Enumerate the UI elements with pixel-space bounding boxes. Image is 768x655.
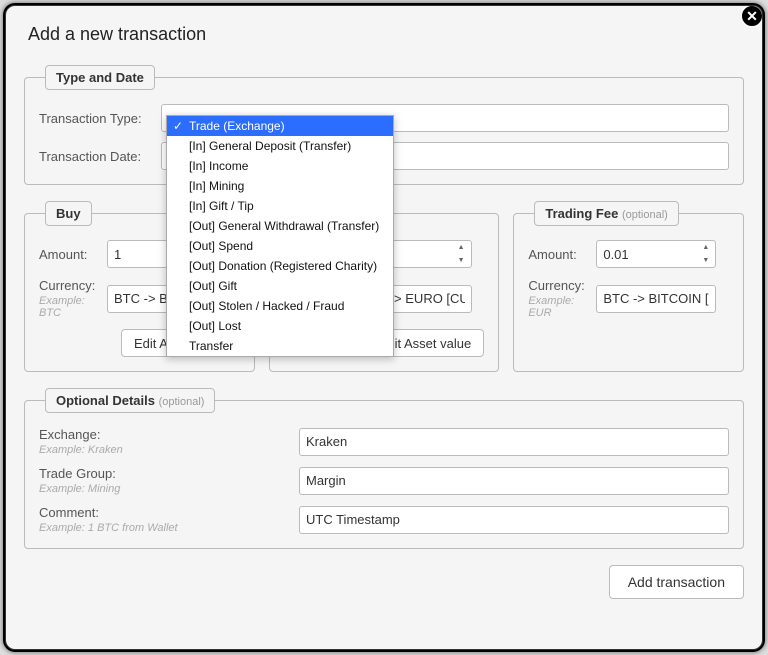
fee-amount-input[interactable] — [596, 240, 716, 268]
transaction-type-option[interactable]: [In] Mining — [167, 176, 393, 196]
optional-details-legend: Optional Details (optional) — [45, 388, 215, 413]
fee-amount-stepper[interactable]: ▲▼ — [702, 244, 712, 264]
trading-fee-legend: Trading Fee (optional) — [534, 201, 678, 226]
buy-amount-label: Amount: — [39, 247, 107, 262]
trade-group-label: Trade Group: — [39, 466, 116, 481]
buy-currency-example: Example: BTC — [39, 295, 107, 319]
trade-group-input[interactable] — [299, 467, 729, 495]
add-transaction-button[interactable]: Add transaction — [609, 565, 744, 599]
transaction-type-option[interactable]: [In] General Deposit (Transfer) — [167, 136, 393, 156]
modal-title: Add a new transaction — [28, 24, 744, 45]
transaction-type-label: Transaction Type: — [39, 111, 161, 126]
close-icon: ✕ — [746, 9, 758, 23]
trade-group-example: Example: Mining — [39, 483, 299, 495]
fee-currency-input[interactable] — [596, 285, 716, 313]
exchange-example: Example: Kraken — [39, 444, 299, 456]
transaction-type-option[interactable]: [Out] Stolen / Hacked / Fraud — [167, 296, 393, 316]
optional-details-section: Optional Details (optional) Exchange: Ex… — [24, 388, 744, 549]
add-transaction-modal: ✕ Add a new transaction Type and Date Tr… — [5, 5, 763, 650]
buy-legend: Buy — [45, 201, 92, 226]
comment-label: Comment: — [39, 505, 99, 520]
sell-amount-stepper[interactable]: ▲▼ — [458, 244, 468, 264]
transaction-type-option[interactable]: Transfer — [167, 336, 393, 356]
exchange-input[interactable] — [299, 428, 729, 456]
transaction-type-option[interactable]: Trade (Exchange) — [167, 116, 393, 136]
transaction-type-option[interactable]: [Out] General Withdrawal (Transfer) — [167, 216, 393, 236]
comment-input[interactable] — [299, 506, 729, 534]
transaction-type-option[interactable]: [In] Income — [167, 156, 393, 176]
transaction-type-dropdown[interactable]: Trade (Exchange)[In] General Deposit (Tr… — [166, 115, 394, 357]
transaction-type-option[interactable]: [Out] Gift — [167, 276, 393, 296]
transaction-type-option[interactable]: [Out] Donation (Registered Charity) — [167, 256, 393, 276]
buy-currency-label: Currency: — [39, 278, 95, 293]
comment-example: Example: 1 BTC from Wallet — [39, 522, 299, 534]
trading-fee-section: Trading Fee (optional) Amount: ▲▼ Curren… — [513, 201, 744, 372]
fee-currency-example: Example: EUR — [528, 295, 596, 319]
transaction-type-option[interactable]: [Out] Spend — [167, 236, 393, 256]
fee-currency-label: Currency: — [528, 278, 584, 293]
fee-amount-label: Amount: — [528, 247, 596, 262]
transaction-type-option[interactable]: [In] Gift / Tip — [167, 196, 393, 216]
exchange-label: Exchange: — [39, 427, 100, 442]
close-button[interactable]: ✕ — [740, 5, 763, 28]
transaction-date-label: Transaction Date: — [39, 149, 161, 164]
transaction-type-option[interactable]: [Out] Lost — [167, 316, 393, 336]
type-and-date-legend: Type and Date — [45, 65, 155, 90]
